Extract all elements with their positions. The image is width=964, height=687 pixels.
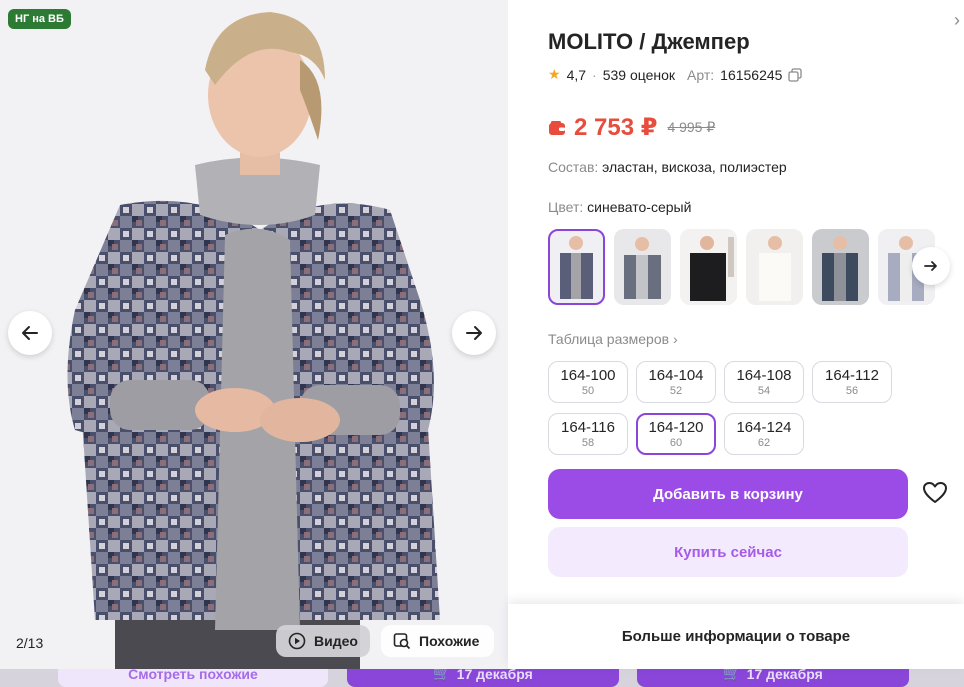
product-gallery: НГ на ВБ 2/13 Видео Похожие: [0, 0, 508, 669]
old-price: 4 995 ₽: [667, 119, 716, 135]
star-icon: ★: [548, 66, 561, 82]
color-value: синевато-серый: [587, 199, 692, 215]
arrow-left-icon: [22, 326, 38, 340]
product-info-panel: › MOLITO / Джемпер ★ 4,7 · 539 оценок Ар…: [508, 0, 964, 669]
composition: Состав: эластан, вискоза, полиэстер: [548, 159, 787, 175]
similar-button[interactable]: Похожие: [381, 625, 494, 657]
color-variant-thumb[interactable]: [746, 229, 803, 305]
size-option[interactable]: 164-108 54: [724, 361, 804, 403]
buy-now-button[interactable]: Купить сейчас: [548, 527, 908, 577]
separator-dot: ·: [592, 66, 597, 83]
price-row: 2 753 ₽ 4 995 ₽: [548, 113, 715, 142]
color-variants: [548, 229, 935, 305]
product-photo: [0, 0, 508, 669]
new-year-badge: НГ на ВБ: [8, 9, 71, 29]
size-table-link[interactable]: Таблица размеров ›: [548, 331, 678, 347]
size-option[interactable]: 164-124 62: [724, 413, 804, 455]
chevron-right-icon: ›: [672, 331, 678, 347]
more-info-button[interactable]: Больше информации о товаре: [508, 604, 964, 669]
size-selector: 164-100 50 164-104 52 164-108 54 164-112 56 …: [548, 361, 908, 455]
article-label: Арт:: [687, 66, 715, 83]
product-title: MOLITO / Джемпер: [548, 29, 750, 54]
color-label: Цвет:: [548, 199, 584, 215]
product-modal: НГ на ВБ 2/13 Видео Похожие › MOLITO / Д…: [0, 0, 964, 669]
composition-value: эластан, вискоза, полиэстер: [602, 159, 787, 175]
current-price: 2 753 ₽: [574, 114, 658, 141]
copy-icon[interactable]: [788, 67, 803, 82]
play-icon: [288, 632, 306, 650]
arrow-right-icon: [466, 326, 482, 340]
size-option[interactable]: 164-116 58: [548, 413, 628, 455]
composition-label: Состав:: [548, 159, 599, 175]
thumbs-next-button[interactable]: [912, 247, 950, 285]
reviews-link[interactable]: 539 оценок: [603, 67, 675, 83]
color-variant-thumb[interactable]: [680, 229, 737, 305]
add-to-cart-button[interactable]: Добавить в корзину: [548, 469, 908, 519]
color-variant-thumb[interactable]: [812, 229, 869, 305]
product-meta: ★ 4,7 · 539 оценок Арт: 16156245: [548, 66, 803, 83]
size-option[interactable]: 164-112 56: [812, 361, 892, 403]
close-chevron-icon[interactable]: ›: [954, 10, 960, 31]
video-button[interactable]: Видео: [276, 625, 370, 657]
color-variant-thumb[interactable]: [614, 229, 671, 305]
image-counter: 2/13: [16, 635, 44, 651]
arrow-right-icon: [924, 261, 937, 271]
size-option[interactable]: 164-104 52: [636, 361, 716, 403]
color-variant-thumb[interactable]: [548, 229, 605, 305]
wallet-icon: [549, 120, 565, 135]
article-number: 16156245: [720, 66, 783, 83]
size-option-selected[interactable]: 164-120 60: [636, 413, 716, 455]
rating-value: 4,7: [566, 66, 587, 83]
heart-icon[interactable]: [922, 481, 948, 505]
color-info: Цвет: синевато-серый: [548, 199, 691, 215]
gallery-next-button[interactable]: [452, 311, 496, 355]
image-search-icon: [393, 633, 411, 650]
size-option[interactable]: 164-100 50: [548, 361, 628, 403]
gallery-prev-button[interactable]: [8, 311, 52, 355]
